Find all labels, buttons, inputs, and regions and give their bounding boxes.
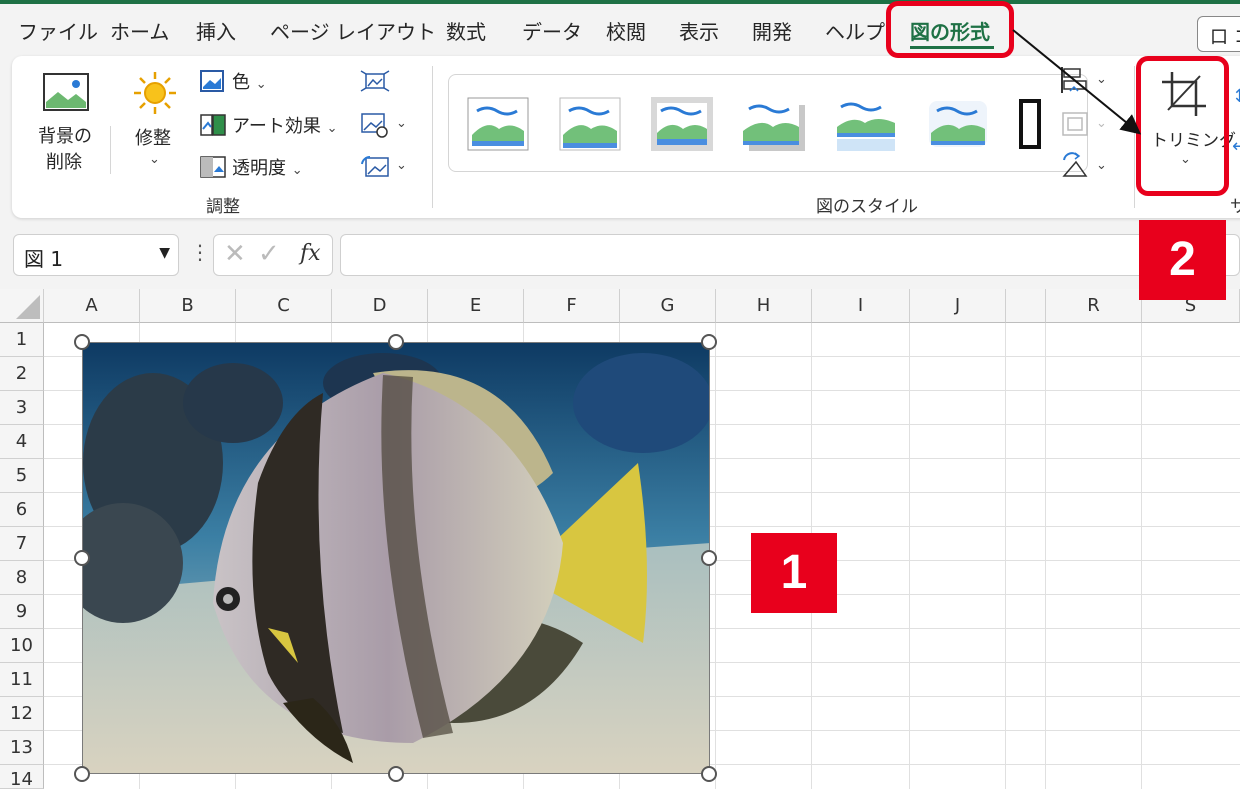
- resize-handle-bottom-right[interactable]: [701, 766, 717, 782]
- resize-handle-top[interactable]: [388, 334, 404, 350]
- enter-check-icon[interactable]: ✓: [258, 239, 280, 269]
- step-2-callout: 2: [1139, 220, 1226, 300]
- row-header-5[interactable]: 5: [0, 459, 44, 493]
- gridline: [1141, 323, 1142, 789]
- resize-handle-right[interactable]: [701, 550, 717, 566]
- column-header-i[interactable]: I: [812, 289, 910, 323]
- formula-bar: 図 1 ▼ ⋮ ✕ ✓ fx: [0, 226, 1240, 284]
- row-header-4[interactable]: 4: [0, 425, 44, 459]
- row-header-2[interactable]: 2: [0, 357, 44, 391]
- row-header-9[interactable]: 9: [0, 595, 44, 629]
- column-header-g[interactable]: G: [620, 289, 716, 323]
- column-header-b[interactable]: B: [140, 289, 236, 323]
- formula-input[interactable]: [340, 234, 1240, 276]
- resize-handle-top-right[interactable]: [701, 334, 717, 350]
- row-header-13[interactable]: 13: [0, 731, 44, 765]
- select-all-triangle-icon: [16, 295, 40, 319]
- column-header-j[interactable]: J: [910, 289, 1006, 323]
- row-header-10[interactable]: 10: [0, 629, 44, 663]
- resize-handle-bottom[interactable]: [388, 766, 404, 782]
- column-header-f[interactable]: F: [524, 289, 620, 323]
- gridline: [1005, 323, 1006, 789]
- name-box[interactable]: 図 1 ▼: [13, 234, 179, 276]
- resize-handle-left[interactable]: [74, 550, 90, 566]
- column-header-c[interactable]: C: [236, 289, 332, 323]
- insert-function-icon[interactable]: fx: [300, 241, 321, 266]
- resize-handle-top-left[interactable]: [74, 334, 90, 350]
- more-options-icon[interactable]: ⋮: [190, 240, 210, 264]
- hidden-columns-gap: [1006, 289, 1046, 323]
- chevron-down-icon[interactable]: ▼: [159, 245, 170, 261]
- row-header-1[interactable]: 1: [0, 323, 44, 357]
- gridline: [1045, 323, 1046, 789]
- fish-photo-illustration: [83, 343, 709, 773]
- column-header-e[interactable]: E: [428, 289, 524, 323]
- column-header-r[interactable]: R: [1046, 289, 1142, 323]
- row-header-3[interactable]: 3: [0, 391, 44, 425]
- column-header-d[interactable]: D: [332, 289, 428, 323]
- cancel-icon[interactable]: ✕: [224, 239, 246, 269]
- formula-buttons: ✕ ✓ fx: [213, 234, 333, 276]
- row-header-8[interactable]: 8: [0, 561, 44, 595]
- row-header-6[interactable]: 6: [0, 493, 44, 527]
- name-box-value: 図 1: [24, 247, 64, 271]
- column-header-h[interactable]: H: [716, 289, 812, 323]
- select-all-corner[interactable]: [0, 289, 44, 323]
- row-header-12[interactable]: 12: [0, 697, 44, 731]
- row-header-14[interactable]: 14: [0, 765, 44, 789]
- gridline: [909, 323, 910, 789]
- selected-picture-fish[interactable]: [82, 342, 710, 774]
- row-header-7[interactable]: 7: [0, 527, 44, 561]
- column-header-a[interactable]: A: [44, 289, 140, 323]
- step-1-callout: 1: [751, 533, 837, 613]
- resize-handle-bottom-left[interactable]: [74, 766, 90, 782]
- row-header-11[interactable]: 11: [0, 663, 44, 697]
